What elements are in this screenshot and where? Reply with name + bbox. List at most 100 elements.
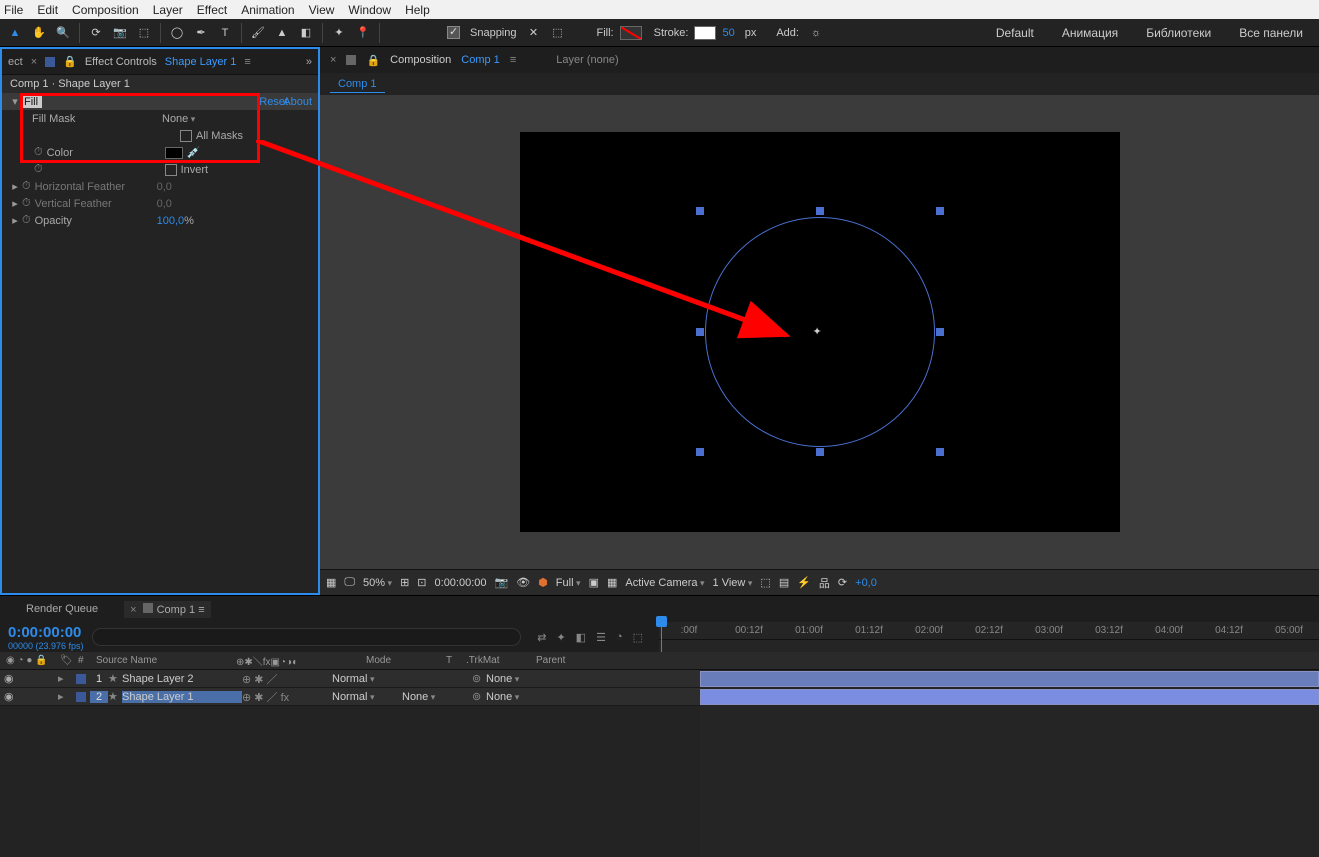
zoom-tool-icon[interactable]: 🔍 (52, 22, 74, 44)
stopwatch-hfeather-icon[interactable]: ⏱ (22, 180, 31, 193)
stroke-swatch[interactable] (694, 26, 716, 40)
layer-name[interactable]: Shape Layer 1 (122, 691, 242, 703)
layer-color-icon[interactable] (76, 674, 86, 684)
text-tool-icon[interactable]: T (214, 22, 236, 44)
view-layout-icon[interactable]: ⬚ (760, 576, 770, 589)
stroke-width-value[interactable]: 50 (722, 27, 734, 39)
eyedropper-icon[interactable]: 💉 (187, 146, 201, 159)
fx-enable-badge[interactable]: Fill (20, 96, 42, 108)
eraser-tool-icon[interactable]: ◧ (295, 22, 317, 44)
layer-color-icon[interactable] (76, 692, 86, 702)
h-feather-value[interactable]: 0,0 (157, 181, 172, 193)
twirl-icon[interactable]: ▸ (10, 214, 20, 227)
stamp-tool-icon[interactable]: ▲ (271, 22, 293, 44)
close-tab-icon[interactable]: × (330, 54, 336, 66)
comp-name-link[interactable]: Comp 1 (461, 54, 500, 66)
color-swatch[interactable] (165, 147, 183, 159)
fast-preview-icon[interactable]: ⚡ (797, 576, 811, 589)
twirl-icon[interactable]: ▾ (10, 95, 20, 108)
panel-layer-link[interactable]: Shape Layer 1 (165, 56, 237, 68)
draft3d-icon[interactable]: ✦ (556, 631, 565, 644)
col-source[interactable]: Source Name (96, 655, 236, 666)
invert-checkbox[interactable] (165, 164, 177, 176)
zoom-dropdown[interactable]: 50% (363, 577, 392, 589)
brush-tool-icon[interactable]: 🖌 (247, 22, 269, 44)
pixel-aspect-icon[interactable]: ▤ (779, 576, 789, 589)
workspace-default[interactable]: Default (996, 26, 1034, 40)
all-masks-checkbox[interactable] (180, 130, 192, 142)
transform-handle[interactable] (936, 448, 944, 456)
transform-handle[interactable] (816, 207, 824, 215)
menu-effect[interactable]: Effect (197, 3, 227, 17)
motion-blur-icon[interactable]: ☰ (596, 631, 606, 644)
lock-icon[interactable]: 🔒 (366, 54, 380, 67)
close-tab-icon[interactable]: × (31, 56, 37, 68)
playhead[interactable] (661, 622, 662, 652)
workspace-all-panels[interactable]: Все панели (1239, 26, 1303, 40)
expand-panel-icon[interactable]: » (306, 56, 312, 68)
snap-opt-icon[interactable]: ✕ (523, 22, 545, 44)
trackmatte-dropdown[interactable]: None (402, 691, 472, 703)
layer-switches[interactable]: ⊕ ✱ ／ fx (242, 689, 332, 705)
roi-icon[interactable]: ▣ (589, 576, 599, 589)
menu-composition[interactable]: Composition (72, 3, 139, 17)
transparency-icon[interactable]: ▦ (607, 576, 617, 589)
opacity-value[interactable]: 100,0 (157, 215, 185, 227)
lock-icon[interactable]: 🔒 (63, 55, 77, 68)
exposure-value[interactable]: +0,0 (855, 577, 877, 589)
menu-window[interactable]: Window (348, 3, 391, 17)
timeline-tracks[interactable] (700, 670, 1319, 857)
anchor-point-icon[interactable]: ✦ (813, 325, 827, 339)
channels-icon[interactable]: ⬢ (538, 576, 548, 589)
stopwatch-vfeather-icon[interactable]: ⏱ (22, 197, 31, 210)
twirl-icon[interactable]: ▸ (10, 180, 20, 193)
col-number[interactable]: # (78, 655, 96, 666)
menu-file[interactable]: File (4, 3, 23, 17)
graph-editor-icon[interactable]: ◔ (616, 631, 623, 644)
menu-help[interactable]: Help (405, 3, 430, 17)
stopwatch-color-icon[interactable]: ⏱ (34, 146, 43, 159)
orbit-tool-icon[interactable]: ⟳ (85, 22, 107, 44)
time-ruler[interactable]: :00f 00:12f 01:00f 01:12f 02:00f 02:12f … (659, 622, 1319, 640)
comp-timeline-tab[interactable]: ×Comp 1 ≡ (124, 601, 210, 618)
transform-handle[interactable] (696, 328, 704, 336)
ellipse-tool-icon[interactable]: ◯ (166, 22, 188, 44)
col-parent[interactable]: Parent (536, 655, 616, 666)
menu-layer[interactable]: Layer (153, 3, 183, 17)
snap-opt2-icon[interactable]: ⬚ (547, 22, 569, 44)
shy-icon[interactable]: ⇄ (537, 631, 546, 644)
transform-handle[interactable] (936, 207, 944, 215)
guides-icon[interactable]: ⊡ (417, 576, 426, 589)
layer-search-input[interactable] (92, 628, 522, 646)
transform-handle[interactable] (936, 328, 944, 336)
pickwhip-icon[interactable]: ⊚ (472, 672, 486, 685)
comp-breadcrumb[interactable]: Comp 1 (330, 76, 385, 93)
layer-bar[interactable] (700, 689, 1319, 705)
workspace-animation[interactable]: Анимация (1062, 26, 1118, 40)
reset-exposure-icon[interactable]: ⟳ (838, 576, 847, 589)
panel-menu-icon[interactable]: ≡ (244, 56, 250, 68)
blend-mode-dropdown[interactable]: Normal (332, 691, 402, 703)
track-tool-icon[interactable]: ⬚ (133, 22, 155, 44)
menu-animation[interactable]: Animation (241, 3, 294, 17)
resolution-dropdown[interactable]: Full (556, 577, 581, 589)
layer-row[interactable]: ◉ ▸ 2 ★ Shape Layer 1 ⊕ ✱ ／ fx Normal No… (0, 688, 700, 706)
pickwhip-icon[interactable]: ⊚ (472, 690, 486, 703)
alpha-icon[interactable]: ▦ (326, 576, 336, 589)
fill-mask-dropdown[interactable]: None (162, 113, 195, 125)
transform-handle[interactable] (816, 448, 824, 456)
twirl-icon[interactable]: ▸ (10, 197, 20, 210)
monitor-icon[interactable]: 🖵 (344, 576, 355, 589)
parent-dropdown[interactable]: None (486, 673, 556, 685)
camera-dropdown[interactable]: Active Camera (625, 577, 704, 589)
puppet-tool-icon[interactable]: 📍 (352, 22, 374, 44)
brain-icon[interactable]: ⬚ (633, 631, 643, 644)
panel-tab-truncated[interactable]: ect (8, 56, 23, 68)
col-trkmat[interactable]: .TrkMat (466, 655, 536, 666)
layer-name[interactable]: Shape Layer 2 (122, 673, 242, 685)
current-timecode[interactable]: 0:00:00:00 (8, 624, 84, 641)
panel-menu-icon[interactable]: ≡ (510, 54, 516, 66)
v-feather-value[interactable]: 0,0 (157, 198, 172, 210)
grid-icon[interactable]: ⊞ (400, 576, 409, 589)
camera-tool-icon[interactable]: 📷 (109, 22, 131, 44)
